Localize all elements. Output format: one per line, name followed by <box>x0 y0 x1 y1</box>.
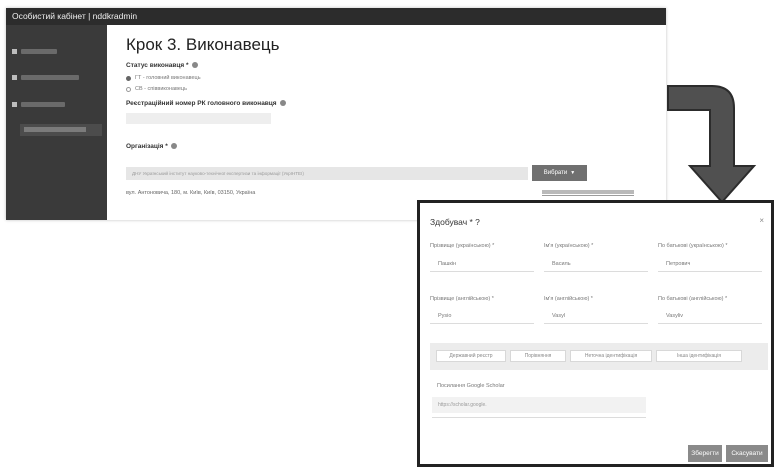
close-icon[interactable]: × <box>759 216 764 225</box>
surname-eng-input[interactable]: Pysio <box>438 313 451 319</box>
arrow-icon <box>667 85 757 204</box>
patronymic-ukr-label: По батькові (українською) * <box>658 243 728 249</box>
tab-other-identification[interactable]: Інша ідентифікація <box>656 350 742 362</box>
organization-field[interactable]: ДНУ Український інститут науково-технічн… <box>126 167 528 180</box>
organization-address: вул. Антоновича, 180, м. Київ, Київ, 031… <box>126 190 256 196</box>
sidebar-subitem-active[interactable] <box>20 124 102 136</box>
applicant-modal: Здобувач * ? × Прізвище (українською) * … <box>417 200 774 467</box>
window-title: Особистий кабінет | nddkradmin <box>6 8 666 25</box>
patronymic-eng-label: По батькові (англійською) * <box>658 296 728 302</box>
tab-state-register[interactable]: Державний реєстр <box>436 350 506 362</box>
chevron-down-icon: ▼ <box>570 170 576 176</box>
executor-status-label: Статус виконавця * <box>126 62 198 69</box>
choose-organization-button[interactable]: Вибрати ▼ <box>532 165 587 181</box>
app-window: Особистий кабінет | nddkradmin Крок 3. В… <box>6 8 666 220</box>
sidebar-item[interactable] <box>12 72 79 82</box>
radio-button[interactable] <box>126 75 131 81</box>
reg-number-label: Реєстраційний номер РК головного виконав… <box>126 100 286 107</box>
save-button[interactable]: Зберегти <box>688 445 722 462</box>
info-icon[interactable] <box>279 100 286 107</box>
menu-item-icon <box>12 48 17 54</box>
surname-ukr-label: Прізвище (українською) * <box>430 243 495 249</box>
patronymic-ukr-input[interactable]: Петрович <box>666 261 690 267</box>
main-content: Крок 3. Виконавець Статус виконавця * ГТ… <box>118 25 666 220</box>
tab-comparison[interactable]: Порівняння <box>510 350 566 362</box>
name-eng-label: Ім'я (англійською) * <box>544 296 593 302</box>
name-eng-input[interactable]: Vasyl <box>552 313 565 319</box>
info-icon[interactable] <box>191 62 198 69</box>
status-radio-co[interactable]: СВ - співвиконавець <box>126 86 187 92</box>
sidebar <box>6 25 107 220</box>
info-icon[interactable] <box>170 143 177 150</box>
organization-link[interactable] <box>542 190 634 194</box>
surname-eng-label: Прізвище (англійською) * <box>430 296 494 302</box>
name-ukr-input[interactable]: Василь <box>552 261 571 267</box>
radio-button[interactable] <box>126 86 131 92</box>
profile-link-label: Посилання Google Scholar <box>437 383 505 389</box>
page-title: Крок 3. Виконавець <box>126 35 280 54</box>
menu-item-icon <box>12 101 17 107</box>
sidebar-item[interactable] <box>12 99 65 109</box>
patronymic-eng-input[interactable]: Vasyliv <box>666 313 683 319</box>
name-ukr-label: Ім'я (українською) * <box>544 243 594 249</box>
tab-inexact-identification[interactable]: Неточна ідентифікація <box>570 350 652 362</box>
modal-title: Здобувач * ? <box>430 217 480 227</box>
profile-link-input[interactable]: https://scholar.google. <box>432 397 646 413</box>
organization-label: Організація * <box>126 143 177 150</box>
menu-item-icon <box>12 74 17 80</box>
cancel-button[interactable]: Скасувати <box>726 445 768 462</box>
surname-ukr-input[interactable]: Пашкін <box>438 261 456 267</box>
sidebar-item[interactable] <box>12 46 57 56</box>
reg-number-input[interactable] <box>126 113 271 124</box>
status-radio-main[interactable]: ГТ - головний виконавець <box>126 75 201 81</box>
